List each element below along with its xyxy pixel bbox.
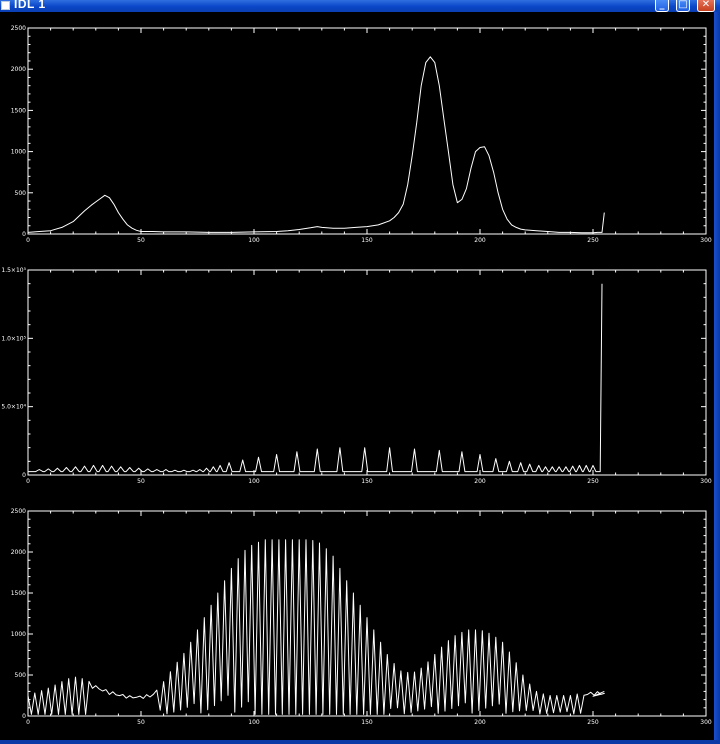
window-title: IDL 1 (14, 0, 46, 11)
y-tick-label: 2500 (11, 508, 26, 515)
plot-frame-3 (27, 510, 707, 717)
close-button[interactable]: ✕ (697, 0, 715, 12)
x-tick-label: 250 (587, 237, 599, 244)
y-tick-label: 500 (15, 672, 27, 679)
x-tick-label: 50 (137, 478, 145, 485)
x-tick-label: 100 (248, 719, 260, 726)
y-tick-label: 1500 (11, 590, 26, 597)
plot-frame-1 (27, 27, 707, 235)
x-tick-label: 250 (587, 478, 599, 485)
maximize-button[interactable]: □ (676, 0, 690, 12)
y-tick-label: 2500 (11, 25, 26, 32)
x-tick-label: 250 (587, 719, 599, 726)
idl-app-icon (1, 1, 10, 10)
y-tick-label: 1500 (11, 107, 26, 114)
y-tick-label: 2000 (11, 66, 26, 73)
y-tick-label: 0 (22, 231, 26, 238)
x-tick-label: 200 (474, 478, 486, 485)
x-tick-label: 100 (248, 478, 260, 485)
x-tick-label: 200 (474, 237, 486, 244)
window-titlebar[interactable]: IDL 1 _ □ ✕ (0, 0, 720, 12)
series-line-1 (27, 56, 605, 234)
x-tick-label: 0 (26, 237, 30, 244)
x-tick-label: 150 (361, 237, 373, 244)
plots-canvas: 0 50 100 150 200 250 300050010001500200025000 5… (1, 25, 712, 726)
series-line-2 (28, 283, 603, 473)
x-tick-label: 150 (361, 478, 373, 485)
plot-frame-2 (27, 269, 707, 476)
x-tick-label: 300 (700, 478, 712, 485)
x-tick-label: 0 (26, 478, 30, 485)
x-tick-label: 150 (361, 719, 373, 726)
x-tick-label: 50 (137, 237, 145, 244)
x-tick-label: 300 (700, 237, 712, 244)
minimize-button[interactable]: _ (655, 0, 669, 12)
x-tick-label: 0 (26, 719, 30, 726)
x-tick-label: 200 (474, 719, 486, 726)
y-tick-label: 2000 (11, 549, 26, 556)
y-tick-label: 1.0×10⁵ (1, 335, 26, 342)
window-frame-bottom (0, 740, 720, 744)
y-tick-label: 5.0×10⁴ (1, 404, 26, 411)
y-tick-label: 1.5×10⁵ (1, 267, 26, 274)
y-tick-label: 1000 (11, 149, 26, 156)
y-tick-label: 500 (15, 190, 27, 197)
window-frame-right (714, 12, 720, 744)
y-tick-label: 0 (22, 472, 26, 479)
x-tick-label: 100 (248, 237, 260, 244)
x-tick-label: 50 (137, 719, 145, 726)
series-line-3 (27, 539, 605, 715)
y-tick-label: 0 (22, 713, 26, 720)
x-tick-label: 300 (700, 719, 712, 726)
y-tick-label: 1000 (11, 631, 26, 638)
